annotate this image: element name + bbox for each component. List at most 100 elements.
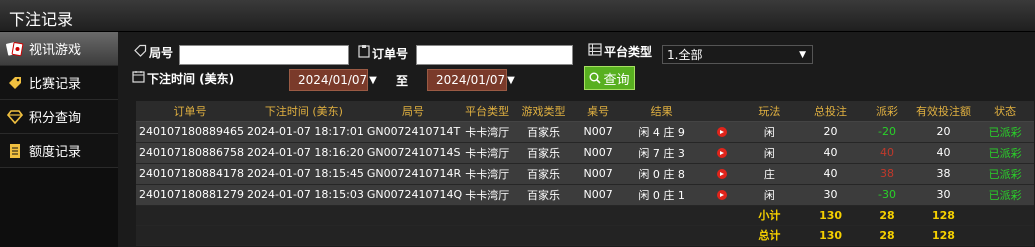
header-game: 游戏类型 [511,101,575,122]
caret-down-icon: ▼ [507,74,515,86]
cell-order: 240107180881279 [136,184,244,206]
subtotal-bet: 130 [797,205,864,226]
date-from-select[interactable]: 2024/01/07 ▼ [289,69,377,91]
table-row: 240107180889465 2024-01-07 18:17:01 GN00… [136,121,1034,143]
cell-game: 百家乐 [511,184,575,206]
cell-payout: 40 [863,142,911,164]
header-result: 结果 [621,101,702,122]
tag-outline-icon [134,44,147,61]
document-icon [4,143,26,159]
cell-payout: -30 [863,184,911,206]
header-payout: 派彩 [863,101,911,122]
cell-status: 已派彩 [976,163,1034,185]
header-round: 局号 [363,101,463,122]
play-video-icon[interactable] [716,127,727,137]
subtotal-valid: 128 [910,205,977,226]
header-replay [701,101,742,122]
table-header-row: 订单号 下注时间 (美东) 局号 平台类型 游戏类型 桌号 结果 玩法 总投注 … [136,101,1034,122]
cell-order: 240107180889465 [136,121,244,143]
cell-game: 百家乐 [511,142,575,164]
window-titlebar: 下注记录 [0,0,1035,32]
table-row: 240107180886758 2024-01-07 18:16:20 GN00… [136,142,1034,164]
header-play: 玩法 [741,101,798,122]
cell-result: 闲 0 庄 1 [621,184,702,206]
total-payout: 28 [863,225,911,246]
cell-result: 闲 7 庄 3 [621,142,702,164]
window-title: 下注记录 [9,10,74,29]
cell-play: 庄 [741,163,798,185]
cell-bet: 40 [797,142,864,164]
cell-replay [701,121,742,143]
cell-play: 闲 [741,142,798,164]
cell-time: 2024-01-07 18:15:45 [243,163,364,185]
header-order: 订单号 [136,101,244,122]
list-icon [588,43,602,60]
cell-play: 闲 [741,121,798,143]
total-row: 总计 130 28 128 [136,225,1034,246]
table-row: 240107180881279 2024-01-07 18:15:03 GN00… [136,184,1034,206]
header-time: 下注时间 (美东) [243,101,364,122]
bet-records-table: 订单号 下注时间 (美东) 局号 平台类型 游戏类型 桌号 结果 玩法 总投注 … [136,101,1034,246]
table-row: 240107180884178 2024-01-07 18:15:45 GN00… [136,163,1034,185]
subtotal-label: 小计 [741,205,798,226]
cell-result: 闲 0 庄 8 [621,163,702,185]
cell-table: N007 [574,121,622,143]
order-input[interactable] [416,45,573,65]
caret-down-icon: ▼ [369,74,377,86]
header-valid: 有效投注额 [910,101,977,122]
cell-replay [701,184,742,206]
header-platform: 平台类型 [462,101,512,122]
round-label: 局号 [134,44,173,61]
sidebar-item-label: 额度记录 [29,145,82,160]
cell-payout: -20 [863,121,911,143]
platform-select[interactable]: 1.全部 ▼ [662,45,813,64]
sidebar-item-label: 积分查询 [29,111,82,126]
play-video-icon[interactable] [716,190,727,200]
cell-platform: 卡卡湾厅 [462,142,512,164]
date-to-select[interactable]: 2024/01/07 ▼ [427,69,515,91]
cell-time: 2024-01-07 18:17:01 [243,121,364,143]
query-button[interactable]: 查询 [584,66,635,90]
cell-round: GN0072410714S [363,142,463,164]
cell-time: 2024-01-07 18:16:20 [243,142,364,164]
cell-platform: 卡卡湾厅 [462,163,512,185]
sidebar-item-points-query[interactable]: 积分查询 [0,100,118,134]
play-video-icon[interactable] [716,148,727,158]
cell-order: 240107180886758 [136,142,244,164]
tag-icon [4,75,26,91]
cell-table: N007 [574,184,622,206]
cards-icon [4,41,26,57]
cell-replay [701,163,742,185]
cell-round: GN0072410714Q [363,184,463,206]
cell-game: 百家乐 [511,163,575,185]
cell-platform: 卡卡湾厅 [462,121,512,143]
cell-replay [701,142,742,164]
cell-valid: 20 [910,121,977,143]
sidebar-item-match-records[interactable]: 比赛记录 [0,66,118,100]
header-status: 状态 [976,101,1034,122]
sidebar-item-credit-records[interactable]: 额度记录 [0,134,118,168]
order-label: 订单号 [358,44,408,62]
play-video-icon[interactable] [716,169,727,179]
clipboard-icon [358,44,370,62]
to-label: 至 [396,74,409,88]
cell-game: 百家乐 [511,121,575,143]
cell-order: 240107180884178 [136,163,244,185]
cell-time: 2024-01-07 18:15:03 [243,184,364,206]
subtotal-row: 小计 130 28 128 [136,205,1034,226]
main-panel: 局号 订单号 平台类型 1.全部 ▼ 下注时间 (美东) 2024/01/07 … [118,32,1035,247]
cell-bet: 20 [797,121,864,143]
cell-table: N007 [574,163,622,185]
sidebar-item-live-games[interactable]: 视讯游戏 [0,32,118,66]
cell-round: GN0072410714T [363,121,463,143]
cell-status: 已派彩 [976,121,1034,143]
platform-select-value: 1.全部 [667,48,703,62]
cell-payout: 38 [863,163,911,185]
sidebar: 视讯游戏 比赛记录 积分查询 额度记录 [0,32,118,247]
cell-platform: 卡卡湾厅 [462,184,512,206]
total-valid: 128 [910,225,977,246]
time-label: 下注时间 (美东) [132,70,234,87]
cell-play: 闲 [741,184,798,206]
round-input[interactable] [179,45,349,65]
diamond-icon [4,109,26,124]
